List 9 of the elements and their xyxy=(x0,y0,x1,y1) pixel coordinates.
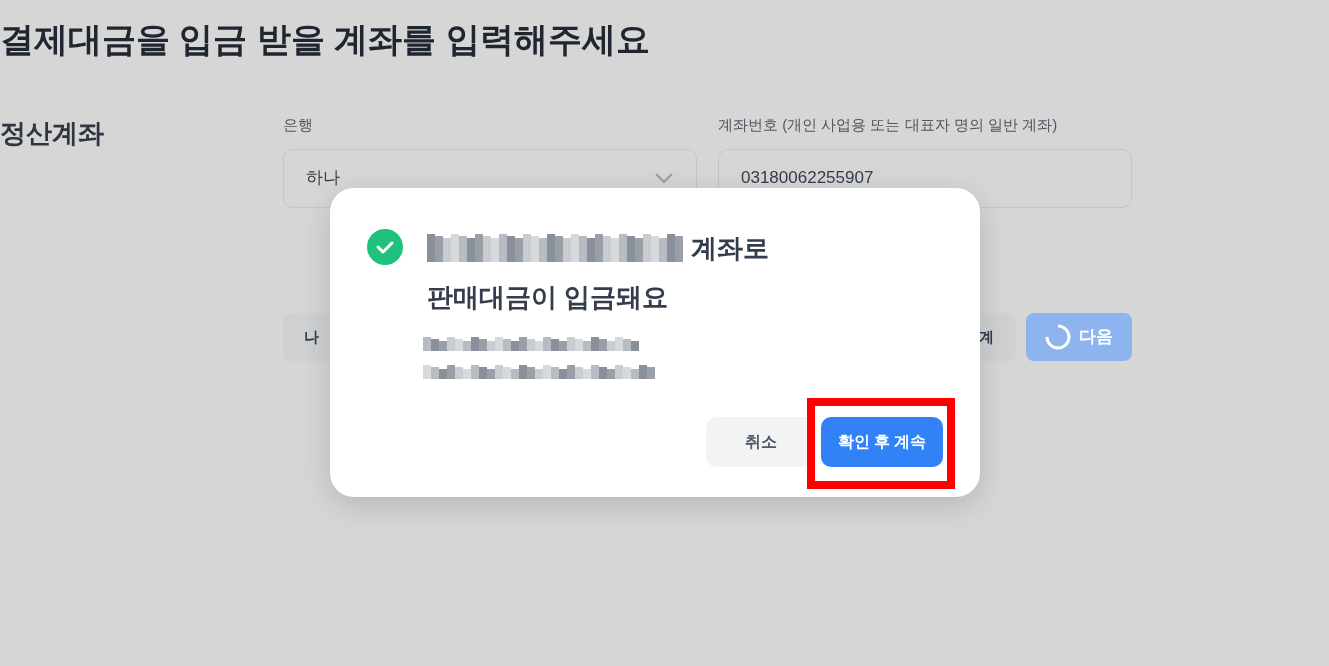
page-heading: 결제대금을 입금 받을 계좌를 입력해주세요 xyxy=(0,19,650,60)
dialog-title: 판매대금이 입금돼요 xyxy=(427,281,670,314)
chevron-down-icon xyxy=(654,172,674,184)
section-label: 정산계좌 xyxy=(0,117,105,150)
field-label: 계좌번호 (개인 사업용 또는 대표자 명의 일반 계좌) xyxy=(718,115,1059,135)
confirm-button[interactable]: 확인 후 계속 xyxy=(821,417,943,467)
check-circle-icon xyxy=(367,229,403,265)
field-label: 은행 xyxy=(283,115,314,135)
dialog-title: 계좌로 xyxy=(691,231,769,265)
